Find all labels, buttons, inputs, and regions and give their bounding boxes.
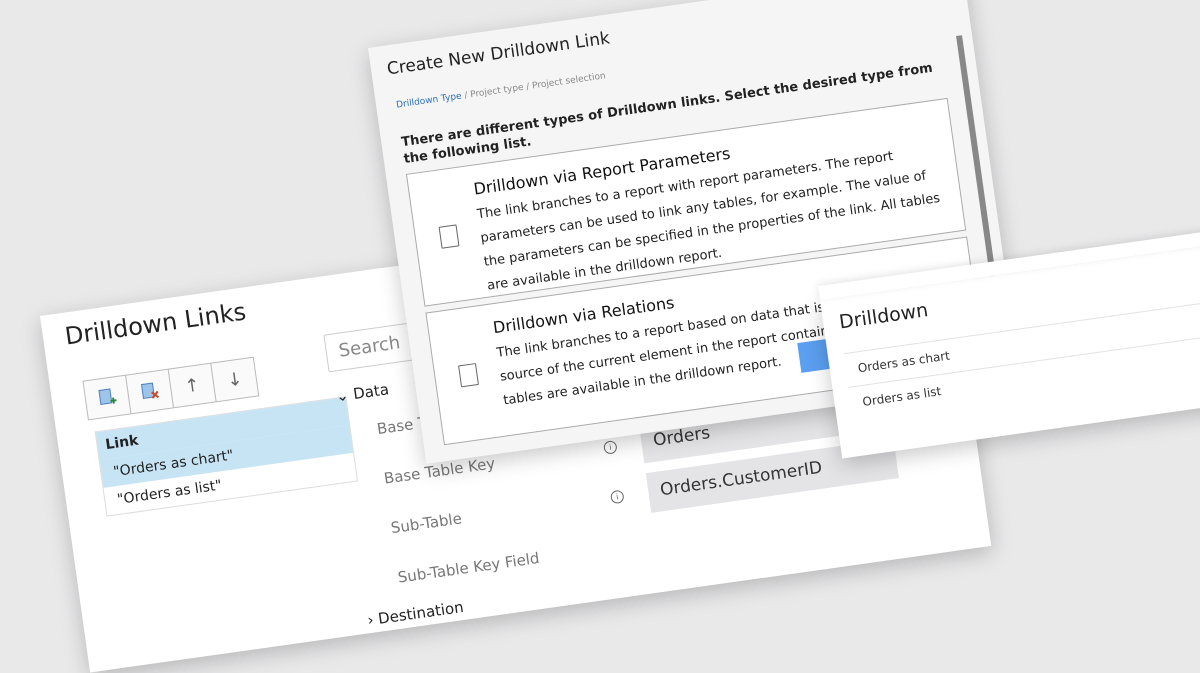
info-icon: i: [602, 440, 618, 455]
breadcrumb-project-type[interactable]: Project type: [470, 83, 525, 100]
breadcrumb: Drilldown Type / Project type / Project …: [396, 71, 607, 110]
add-link-button[interactable]: [82, 374, 132, 421]
section-label: Data: [352, 380, 391, 404]
panel-title: Drilldown Links: [63, 297, 248, 351]
move-down-button[interactable]: ↓: [210, 356, 260, 403]
chevron-down-icon: ⌄: [334, 385, 350, 406]
remove-link-icon: [140, 382, 160, 399]
chevron-right-icon: ›: [366, 610, 375, 630]
breadcrumb-separator: /: [463, 90, 469, 101]
info-icon: i: [609, 489, 625, 505]
add-link-icon: [98, 388, 117, 405]
sub-table-label: Sub-Table: [389, 509, 463, 538]
dialog-title: Create New Drilldown Link: [385, 28, 612, 80]
section-destination[interactable]: › Destination: [366, 598, 464, 629]
breadcrumb-drilldown-type[interactable]: Drilldown Type: [396, 91, 463, 110]
link-list: Link "Orders as chart" "Orders as list": [94, 396, 359, 517]
arrow-down-icon: ↓: [225, 368, 244, 391]
menu-title: Drilldown: [837, 299, 930, 334]
remove-link-button[interactable]: [125, 368, 175, 415]
document-plus-icon: [438, 224, 460, 249]
breadcrumb-separator: /: [525, 81, 531, 93]
section-data[interactable]: ⌄ Data: [335, 380, 390, 405]
section-label: Destination: [376, 597, 465, 628]
breadcrumb-project-selection[interactable]: Project selection: [532, 71, 607, 91]
documents-icon: [458, 363, 479, 388]
move-up-button[interactable]: ↑: [167, 362, 217, 409]
sub-table-key-field-label: Sub-Table Key Field: [396, 548, 541, 587]
arrow-up-icon: ↑: [183, 374, 202, 397]
links-toolbar: ↑ ↓: [82, 356, 260, 421]
